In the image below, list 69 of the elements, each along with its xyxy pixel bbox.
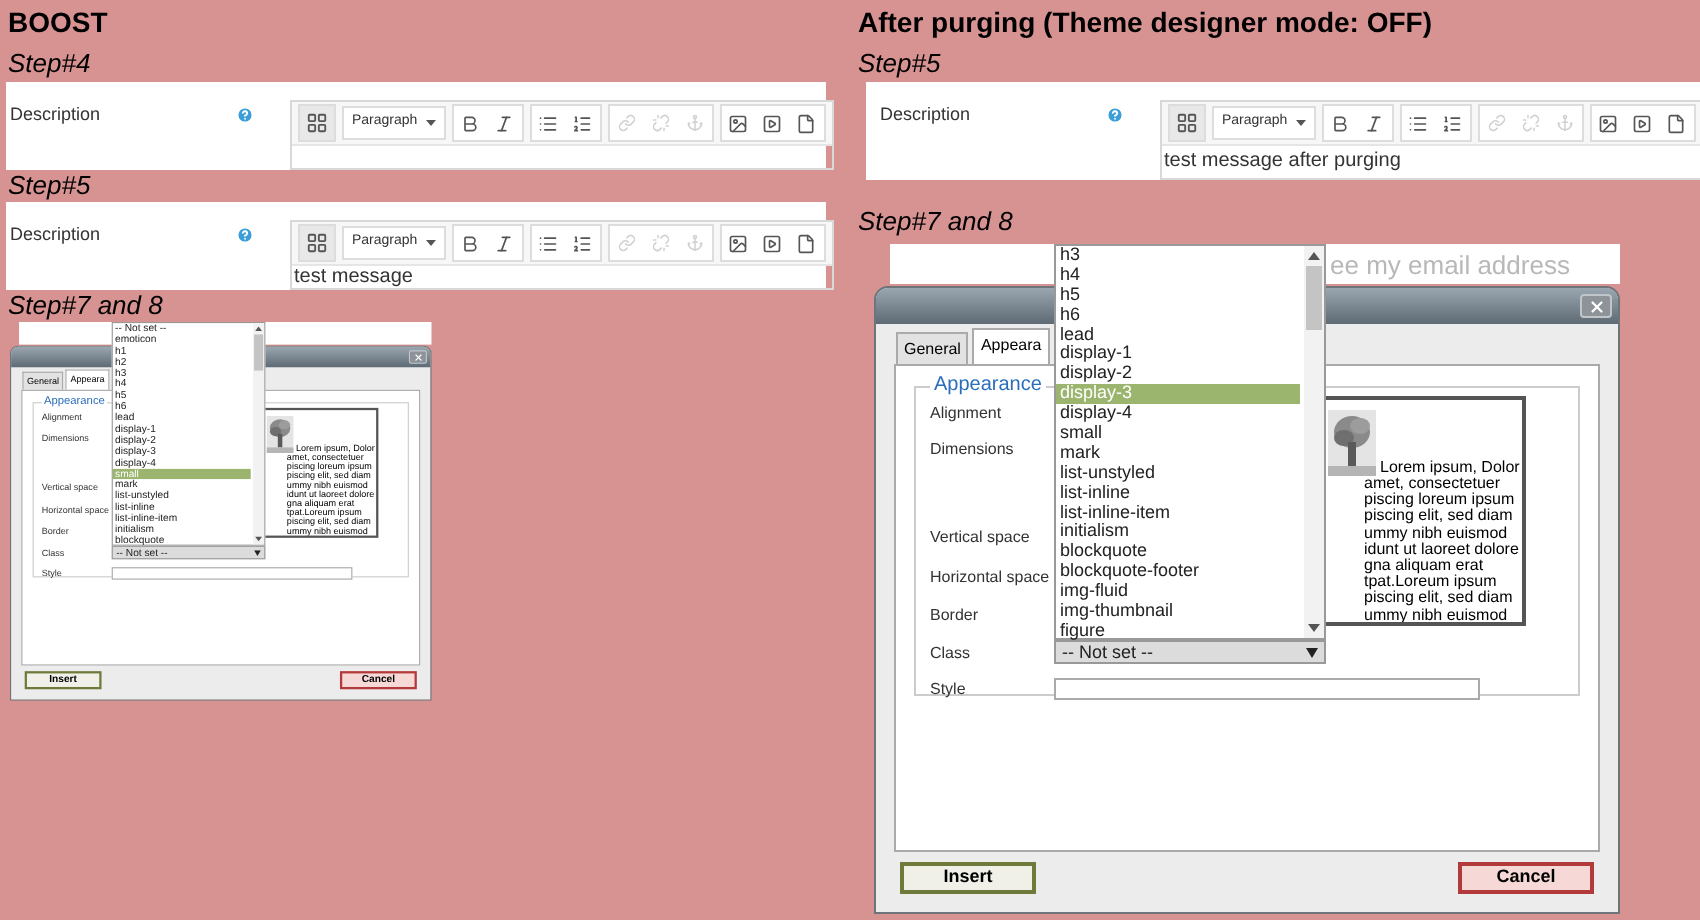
dropdown-option[interactable]: h3 (1056, 246, 1300, 266)
field-label: Class (930, 642, 973, 666)
dropdown-option[interactable]: list-inline (1056, 483, 1300, 504)
style-field[interactable] (111, 567, 353, 580)
field-label: Alignment (930, 402, 1004, 426)
class-select[interactable]: -- Not set -- (1054, 640, 1326, 664)
field-label: Description (880, 102, 973, 128)
cancel-button[interactable]: Cancel (1458, 862, 1594, 894)
dropdown-option[interactable]: blockquote (1056, 542, 1300, 563)
step-heading: Step#5 (858, 48, 943, 78)
dropdown-option[interactable]: img-fluid (1056, 582, 1300, 603)
dropdown-option[interactable]: initialism (1056, 522, 1300, 543)
dropdown-option[interactable]: small (1056, 424, 1300, 444)
style-field[interactable] (1054, 678, 1480, 700)
dropdown-option[interactable]: display-4 (1056, 404, 1300, 425)
step-heading: Step#5 (8, 170, 93, 200)
dropdown-option[interactable]: h4 (1056, 265, 1300, 286)
caret-icon (1306, 647, 1318, 657)
field-label: Style (930, 678, 968, 702)
field-label: Border (930, 604, 981, 628)
field-label: Description (10, 102, 103, 128)
scrollbar[interactable] (252, 323, 265, 545)
preview-text: ummy nibh euismod (1362, 607, 1510, 622)
dropdown-option[interactable]: img-thumbnail (1056, 602, 1300, 622)
page-text: ee my email address (1330, 251, 1570, 277)
dialog-tab[interactable]: General (896, 332, 969, 364)
editor-text: test message (294, 267, 413, 287)
field-label: Dimensions (930, 438, 1016, 462)
dropdown-option[interactable]: h6 (1056, 305, 1300, 326)
preview-text: gna aliquam erat (1362, 558, 1484, 575)
dialog-tab[interactable]: Appeara (972, 328, 1050, 364)
scrollbar[interactable] (1304, 246, 1324, 638)
preview-text: tpat.Loreum ipsum (1362, 574, 1497, 591)
field-label: Horizontal space (930, 566, 1052, 590)
preview-text: ummy nibh euismod (1362, 525, 1510, 542)
caret-icon (1295, 120, 1306, 126)
dropdown-option[interactable]: lead (1056, 325, 1300, 345)
section-heading: After purging (Theme designer mode: OFF) (858, 6, 1435, 40)
dropdown-option[interactable]: blockquote-footer (1056, 562, 1300, 583)
close-button[interactable] (1580, 294, 1612, 318)
help-icon[interactable] (236, 106, 254, 124)
dropdown-option[interactable]: mark (1056, 443, 1300, 464)
preview-text: piscing elit, sed diam (1362, 508, 1513, 526)
preview-text: piscing elit, sed diam (1362, 590, 1515, 608)
preview-text: amet, consectetuer (1362, 476, 1503, 492)
field-label: Description (10, 222, 103, 248)
editor-text: test message after purging (1164, 152, 1401, 172)
section-heading: BOOST (8, 6, 110, 40)
preview-text: Lorem ipsum, Dolor (1380, 460, 1520, 476)
group-legend: Appearance (930, 376, 1046, 396)
step-heading: Step#7 and 8 (8, 290, 165, 320)
dropdown-option[interactable]: h5 (1056, 285, 1300, 306)
caret-icon (425, 120, 436, 126)
preview-text: idunt ut laoreet dolore (1362, 541, 1521, 558)
dropdown-option[interactable]: display-2 (1056, 364, 1300, 385)
field-label: Vertical space (930, 526, 1032, 550)
caret-icon (425, 240, 436, 246)
insert-button[interactable]: Insert (900, 862, 1036, 894)
close-icon (1587, 297, 1605, 315)
preview-text: piscing loreum ipsum (1362, 492, 1517, 509)
step-heading: Step#7 and 8 (858, 206, 1015, 236)
help-icon[interactable] (1106, 106, 1124, 124)
help-icon[interactable] (236, 226, 254, 244)
dropdown-option[interactable]: list-unstyled (1056, 463, 1300, 484)
dropdown-option[interactable]: list-inline-item (1056, 503, 1300, 523)
dropdown-option[interactable]: figure (1056, 621, 1300, 642)
close-button[interactable] (408, 350, 427, 364)
step-heading: Step#4 (8, 48, 93, 78)
dropdown-option[interactable]: display-1 (1056, 344, 1300, 365)
